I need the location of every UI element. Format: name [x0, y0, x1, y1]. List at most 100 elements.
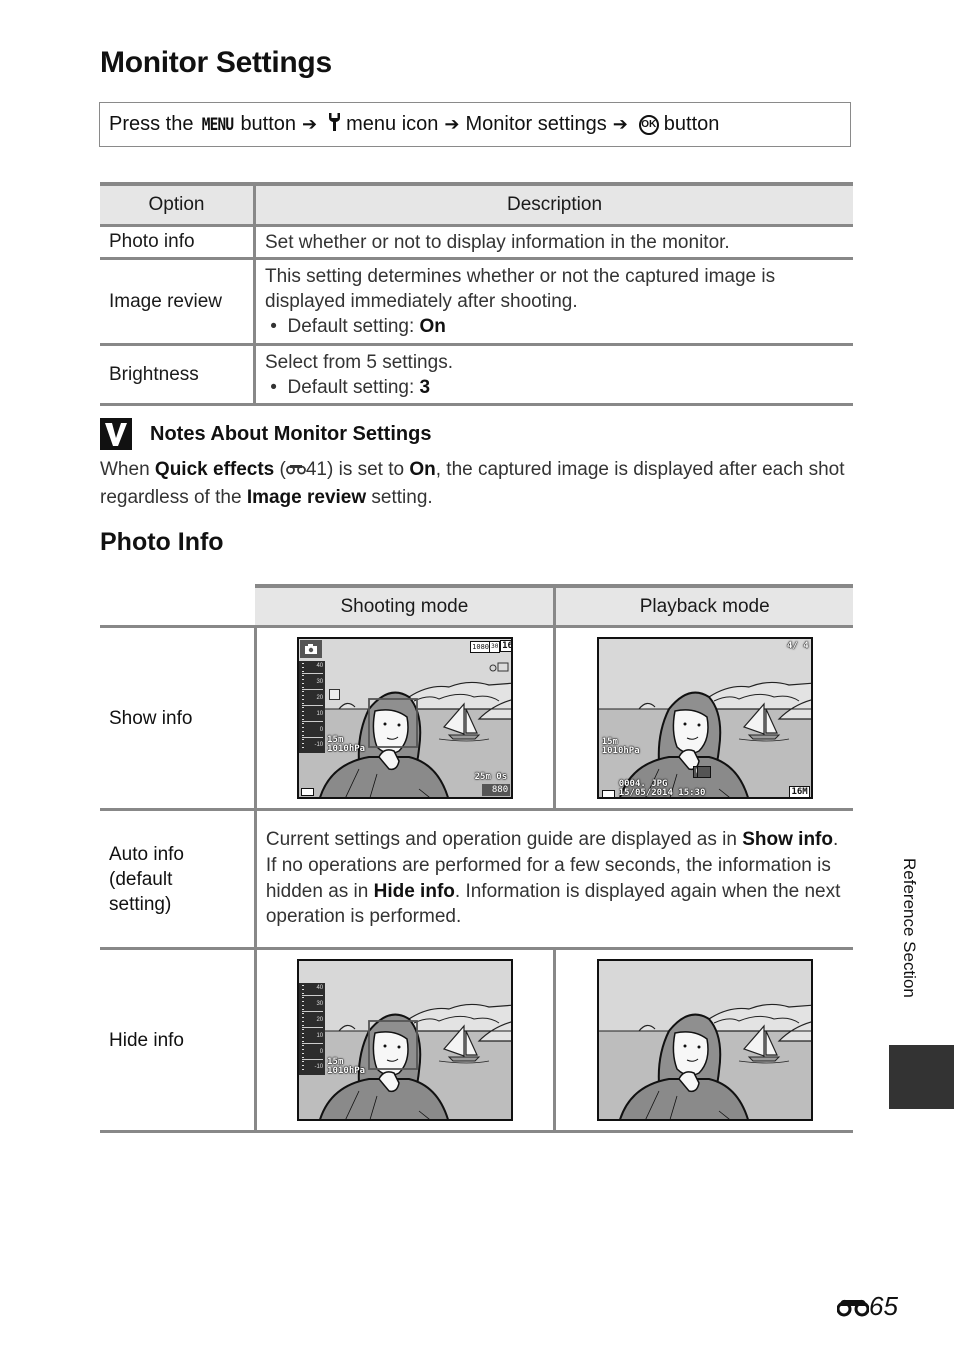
scene-illustration — [598, 961, 811, 1119]
shooting-show-info-screen: 40 30 20 10 0 -10 15m 1010hPa 1080 30 16… — [297, 637, 514, 799]
text: When — [100, 459, 155, 480]
option-name: Photo info — [100, 225, 256, 260]
battery-icon — [601, 790, 615, 797]
capture-datetime: 15/05/2014 15:30 — [618, 788, 706, 798]
divider — [302, 1011, 324, 1012]
altimeter-tick: -10 — [314, 742, 324, 748]
show-info-term: Show info — [742, 829, 833, 851]
option-description: This setting determines whether or not t… — [265, 266, 776, 312]
row-label: Hide info — [100, 948, 257, 1133]
reference-link[interactable]: 41 — [285, 459, 327, 480]
notes-heading: Notes About Monitor Settings — [100, 418, 431, 450]
text: . — [832, 829, 839, 851]
notes-body: When Quick effects (41) is set to On, th… — [100, 456, 860, 512]
text: Current settings and operation guide are… — [265, 829, 743, 851]
table-header-row: Shooting mode Playback mode — [100, 584, 853, 628]
reference-page: 41 — [305, 459, 327, 480]
frame-rate-icon: 30 — [489, 641, 501, 653]
option-description: Select from 5 settings. — [265, 351, 453, 373]
table-row: Photo info Set whether or not to display… — [100, 225, 853, 260]
on-term: On — [409, 459, 436, 480]
altimeter-tick: 10 — [316, 711, 324, 717]
option-description-cell: This setting determines whether or not t… — [254, 258, 853, 346]
altimeter-tick: 10 — [316, 1033, 324, 1039]
path-suffix: button — [663, 113, 720, 135]
playback-show-info-screen: 4/ 4 15m 1010hPa OK : 0004. JPG 15/05/20… — [596, 637, 813, 799]
section-title: Photo Info — [100, 528, 224, 556]
divider — [302, 721, 324, 722]
scene-illustration — [299, 961, 512, 1119]
altimeter-tick: -10 — [314, 1064, 324, 1070]
empty-header — [100, 586, 256, 628]
altimeter-tick: 30 — [316, 679, 324, 685]
menu-path-box: Press the MENU button ➔ menu icon ➔ Moni… — [99, 102, 851, 147]
default-setting: • Default setting: 3 — [265, 376, 431, 398]
section-side-label: Reference Section — [895, 858, 925, 1028]
image-counter: 4/ 4 — [787, 641, 809, 651]
path-item: Monitor settings — [465, 113, 607, 135]
divider — [302, 1027, 324, 1028]
divider — [302, 737, 324, 738]
quick-effects-icon — [697, 766, 712, 778]
path-prefix: Press the — [109, 113, 194, 135]
default-setting: • Default setting: On — [265, 316, 446, 337]
camera-mode-icon — [300, 640, 323, 658]
text: setting. — [366, 487, 433, 508]
altimeter-bar: 40 30 20 10 0 -10 — [299, 983, 326, 1075]
notes-title: Notes About Monitor Settings — [150, 422, 432, 445]
section-tab-marker — [889, 1045, 954, 1109]
table-row: Image review This setting determines whe… — [100, 258, 853, 346]
playback-mode-cell — [554, 948, 853, 1133]
divider — [302, 995, 324, 996]
default-value: On — [419, 316, 446, 337]
page-number-text: 65 — [869, 1291, 898, 1321]
path-button-word: button — [240, 113, 297, 135]
divider — [302, 705, 324, 706]
column-header: Option — [100, 182, 256, 227]
arrow-icon: ➔ — [302, 114, 318, 134]
shooting-mode-cell: 40 30 20 10 0 -10 15m 1010hPa 1080 30 16… — [255, 626, 557, 811]
ok-button-icon: OK — [638, 114, 659, 135]
column-header: Description — [254, 182, 853, 227]
shooting-mode-cell: 40 30 20 10 0 -10 15m 1010hPa — [255, 948, 557, 1133]
auto-info-description: Current settings and operation guide are… — [255, 809, 853, 950]
column-header: Shooting mode — [255, 584, 557, 628]
movie-size-icon: 1080 — [470, 641, 491, 653]
page-title: Monitor Settings — [100, 46, 332, 79]
altimeter-tick: 0 — [319, 1049, 324, 1055]
description-line: Current settings and operation guide are… — [266, 827, 844, 853]
option-description: Set whether or not to display informatio… — [254, 225, 853, 260]
shooting-hide-info-screen: 40 30 20 10 0 -10 15m 1010hPa — [297, 959, 514, 1121]
quick-effects-term: Quick effects — [154, 459, 275, 480]
altimeter-tick: 20 — [316, 695, 324, 701]
default-value: 3 — [419, 376, 431, 398]
options-table: Option Description Photo info Set whethe… — [100, 182, 853, 406]
hide-info-term: Hide info — [373, 880, 455, 902]
photo-info-table: Shooting mode Playback mode Show info 40… — [100, 584, 853, 1133]
side-label-text: Reference Section — [900, 858, 919, 998]
altimeter-tick: 0 — [319, 727, 324, 733]
altimeter-bar: 40 30 20 10 0 -10 — [299, 661, 326, 753]
battery-icon — [301, 788, 315, 796]
altimeter-tick: 30 — [316, 1001, 324, 1007]
altimeter-tick: 40 — [316, 985, 324, 991]
wrench-icon — [328, 112, 341, 138]
option-description-cell: Select from 5 settings. • Default settin… — [254, 344, 853, 406]
pressure-readout: 1010hPa — [601, 746, 640, 756]
playback-mode-cell: 4/ 4 15m 1010hPa OK : 0004. JPG 15/05/20… — [554, 626, 853, 811]
altimeter-tick: 20 — [316, 1017, 324, 1023]
divider — [302, 673, 324, 674]
divider — [302, 1059, 324, 1060]
remaining-shots: 880 — [482, 784, 511, 796]
default-label: Default setting: — [287, 376, 420, 398]
quick-effects-icon — [329, 689, 341, 700]
menu-button-glyph: MENU — [202, 114, 234, 135]
divider — [302, 689, 324, 690]
page-number: 65 — [837, 1291, 898, 1322]
table-header-row: Option Description — [100, 182, 853, 227]
image-size-icon: 16M — [500, 640, 512, 652]
row-label: Auto info (default setting) — [100, 809, 257, 950]
arrow-icon: ➔ — [444, 114, 460, 134]
pressure-readout: 1010hPa — [327, 744, 366, 754]
vr-icon — [489, 656, 509, 672]
